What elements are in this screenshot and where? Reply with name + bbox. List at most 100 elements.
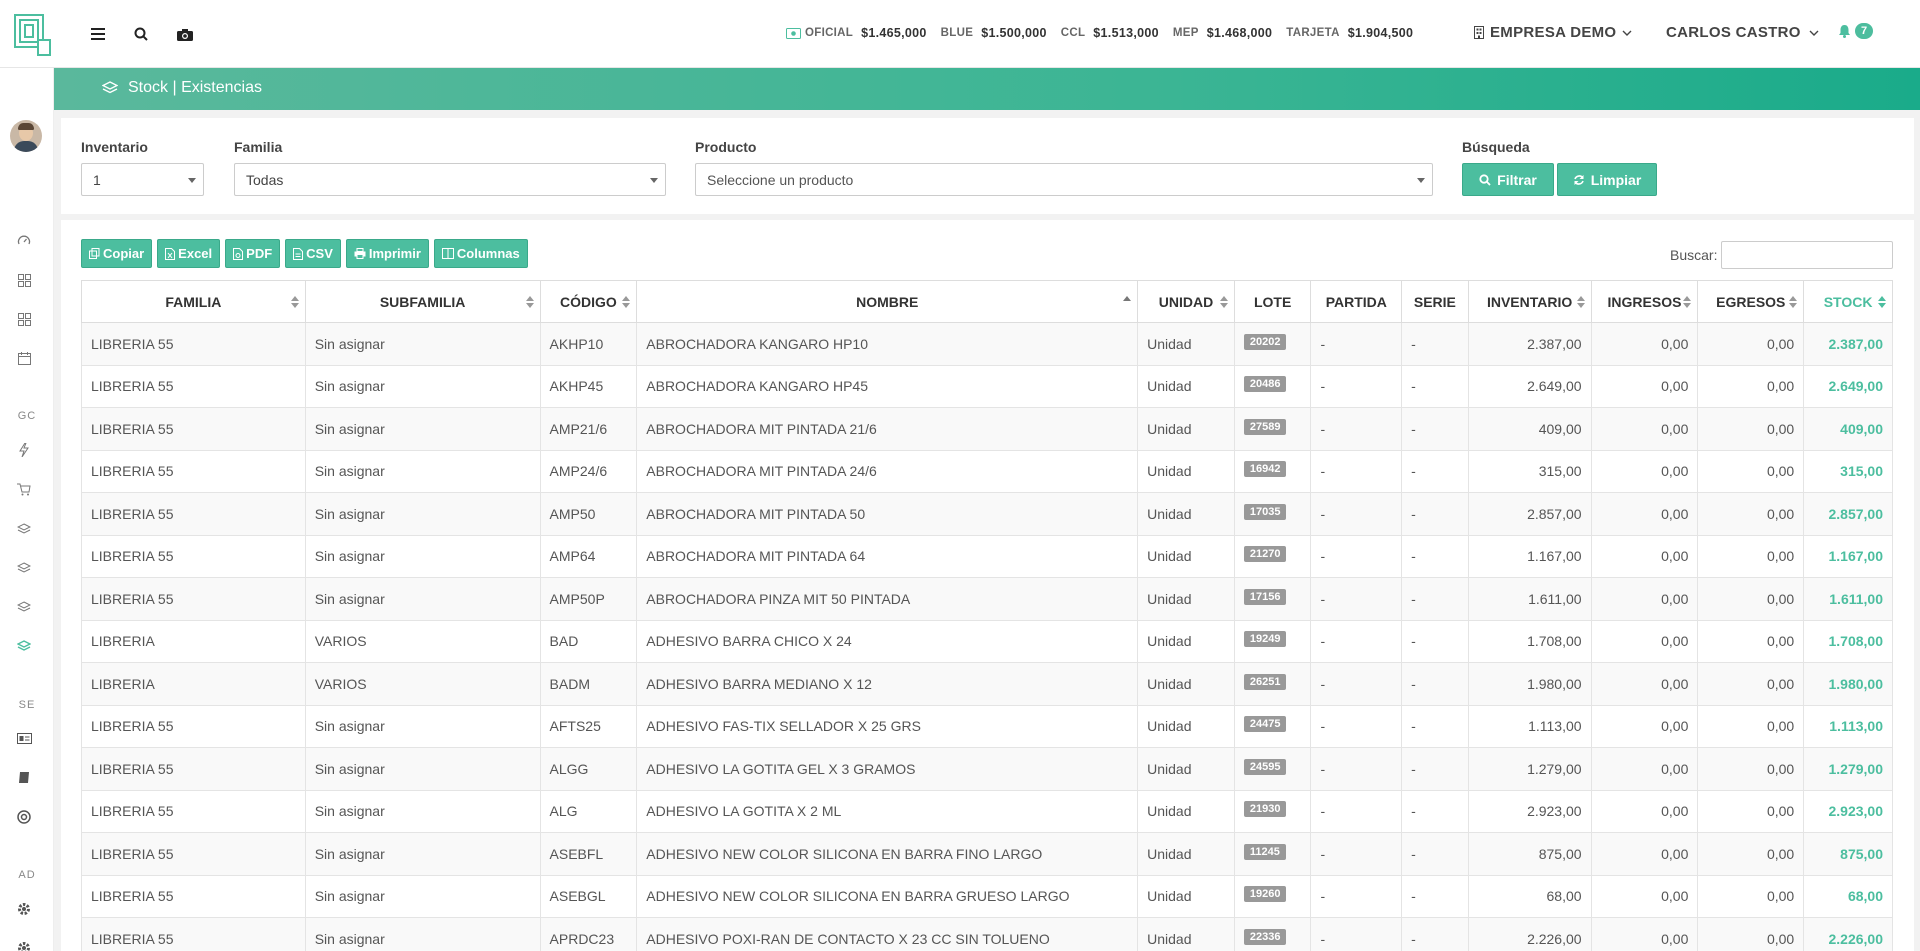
- table-row[interactable]: LIBRERIA 55 Sin asignar ALG ADHESIVO LA GOT…: [81, 789, 1893, 833]
- table-row[interactable]: LIBRERIA 55 Sin asignar AMP24/6 ABROCHADORA…: [81, 449, 1893, 493]
- table-cell: ABROCHADORA MIT PINTADA 24/6: [636, 449, 1139, 493]
- cart-icon[interactable]: [15, 480, 33, 498]
- gear-icon[interactable]: [15, 939, 33, 951]
- columnas-button[interactable]: Columnas: [433, 239, 528, 268]
- table-cell: LIBRERIA 55: [81, 449, 306, 493]
- notifications-button[interactable]: 7: [1838, 23, 1874, 39]
- table-row[interactable]: LIBRERIA 55 Sin asignar ALGG ADHESIVO LA GO…: [81, 747, 1893, 791]
- copiar-label: Copiar: [103, 246, 145, 261]
- column-header[interactable]: PARTIDA: [1310, 280, 1403, 323]
- table-cell: 875,00: [1467, 832, 1592, 876]
- grid-icon[interactable]: [15, 310, 33, 328]
- table-row[interactable]: LIBRERIA VARIOS BADM ADHESIVO BARRA MEDIANO…: [81, 662, 1893, 706]
- column-header-label: FAMILIA: [165, 293, 222, 310]
- pdf-button[interactable]: PDF: [225, 239, 281, 268]
- columns-icon: [441, 248, 454, 259]
- table-cell: LIBRERIA 55: [81, 407, 306, 451]
- column-header[interactable]: NOMBRE: [636, 280, 1139, 323]
- column-header[interactable]: FAMILIA: [81, 280, 306, 323]
- gear-icon[interactable]: [15, 900, 33, 918]
- calendar-icon[interactable]: [15, 349, 33, 367]
- csv-button[interactable]: CSV: [285, 239, 341, 268]
- producto-select[interactable]: Seleccione un producto: [695, 163, 1433, 196]
- column-header[interactable]: SERIE: [1401, 280, 1469, 323]
- table-search-input[interactable]: [1721, 241, 1893, 269]
- busqueda-label: Búsqueda: [1462, 139, 1530, 155]
- layers-icon[interactable]: [15, 598, 33, 616]
- table-row[interactable]: LIBRERIA 55 Sin asignar APRDC23 ADHESIVO PO…: [81, 917, 1893, 951]
- imprimir-button[interactable]: Imprimir: [345, 239, 429, 268]
- table-cell: -: [1401, 747, 1469, 791]
- table-row[interactable]: LIBRERIA 55 Sin asignar AFTS25 ADHESIVO FAS…: [81, 704, 1893, 748]
- column-header[interactable]: INGRESOS: [1590, 280, 1699, 323]
- table-row[interactable]: LIBRERIA 55 Sin asignar AKHP45 ABROCHADORA …: [81, 364, 1893, 408]
- table-cell: -: [1401, 704, 1469, 748]
- sort-icon: [1219, 296, 1228, 308]
- avatar[interactable]: [10, 120, 42, 152]
- grid-icon[interactable]: [15, 271, 33, 289]
- table-cell: ABROCHADORA MIT PINTADA 21/6: [636, 407, 1139, 451]
- table-row[interactable]: LIBRERIA VARIOS BAD ADHESIVO BARRA CHICO X …: [81, 619, 1893, 663]
- table-cell: 0,00: [1697, 917, 1805, 951]
- lote-badge: 19260: [1243, 886, 1287, 903]
- table-row[interactable]: LIBRERIA 55 Sin asignar AMP50 ABROCHADORA M…: [81, 492, 1893, 536]
- table-cell: 0,00: [1697, 789, 1805, 833]
- search-icon[interactable]: [129, 22, 153, 46]
- table-row[interactable]: LIBRERIA 55 Sin asignar ASEBGL ADHESIVO NEW…: [81, 874, 1893, 918]
- table-cell: Unidad: [1137, 704, 1235, 748]
- page-title-wrap: Stock | Existencias: [102, 79, 262, 97]
- familia-select[interactable]: Todas: [234, 163, 666, 196]
- column-header[interactable]: SUBFAMILIA: [304, 280, 541, 323]
- layers-icon-active[interactable]: [15, 637, 33, 655]
- lote-cell: 24475: [1233, 704, 1312, 748]
- dashboard-icon[interactable]: [15, 232, 33, 250]
- table-row[interactable]: LIBRERIA 55 Sin asignar AMP21/6 ABROCHADORA…: [81, 407, 1893, 451]
- column-header[interactable]: STOCK: [1803, 280, 1893, 323]
- table-cell: Unidad: [1137, 322, 1235, 366]
- column-header[interactable]: EGRESOS: [1697, 280, 1805, 323]
- app-logo[interactable]: [14, 14, 52, 56]
- filtrar-button[interactable]: Filtrar: [1462, 163, 1554, 196]
- rate-name: OFICIAL: [805, 27, 854, 39]
- id-card-icon[interactable]: [15, 729, 33, 747]
- column-header[interactable]: LOTE: [1233, 280, 1312, 323]
- table-cell: ALGG: [539, 747, 638, 791]
- column-header[interactable]: CÓDIGO: [539, 280, 638, 323]
- rate-value: $1.468,000: [1206, 26, 1273, 40]
- search-label: Buscar:: [1670, 247, 1718, 263]
- table-cell: ABROCHADORA KANGARO HP45: [636, 364, 1139, 408]
- layers-icon[interactable]: [15, 520, 33, 538]
- table-cell: 0,00: [1697, 747, 1805, 791]
- bolt-icon[interactable]: [15, 441, 33, 459]
- rate-name: BLUE: [940, 27, 974, 39]
- table-cell: Sin asignar: [304, 492, 541, 536]
- limpiar-label: Limpiar: [1590, 171, 1642, 188]
- layers-icon[interactable]: [15, 559, 33, 577]
- table-row[interactable]: LIBRERIA 55 Sin asignar AMP50P ABROCHADORA …: [81, 577, 1893, 621]
- inventario-select[interactable]: 1: [81, 163, 204, 196]
- table-cell: 1.113,00: [1467, 704, 1592, 748]
- book-icon[interactable]: [15, 768, 33, 786]
- menu-icon[interactable]: [86, 22, 110, 46]
- column-header[interactable]: UNIDAD: [1137, 280, 1235, 323]
- table-row[interactable]: LIBRERIA 55 Sin asignar AKHP10 ABROCHADORA …: [81, 322, 1893, 366]
- building-icon: [1474, 26, 1484, 39]
- table-cell: 2.649,00: [1467, 364, 1592, 408]
- user-name: CARLOS CASTRO: [1666, 24, 1801, 41]
- support-icon[interactable]: [15, 808, 33, 826]
- copiar-button[interactable]: Copiar: [81, 239, 153, 268]
- table-cell: Sin asignar: [304, 534, 541, 578]
- column-header[interactable]: INVENTARIO: [1467, 280, 1592, 323]
- print-icon: [354, 248, 366, 259]
- sort-icon: [1878, 296, 1886, 308]
- table-row[interactable]: LIBRERIA 55 Sin asignar ASEBFL ADHESIVO NEW…: [81, 832, 1893, 876]
- sidebar: GC SE AD: [0, 68, 54, 951]
- table-cell: LIBRERIA 55: [81, 747, 306, 791]
- excel-button[interactable]: Excel: [157, 239, 221, 268]
- table-cell: 0,00: [1590, 322, 1699, 366]
- user-dropdown[interactable]: CARLOS CASTRO: [1666, 24, 1819, 41]
- limpiar-button[interactable]: Limpiar: [1557, 163, 1657, 196]
- camera-icon[interactable]: [173, 22, 197, 46]
- company-dropdown[interactable]: EMPRESA DEMO: [1474, 24, 1632, 41]
- table-row[interactable]: LIBRERIA 55 Sin asignar AMP64 ABROCHADORA M…: [81, 534, 1893, 578]
